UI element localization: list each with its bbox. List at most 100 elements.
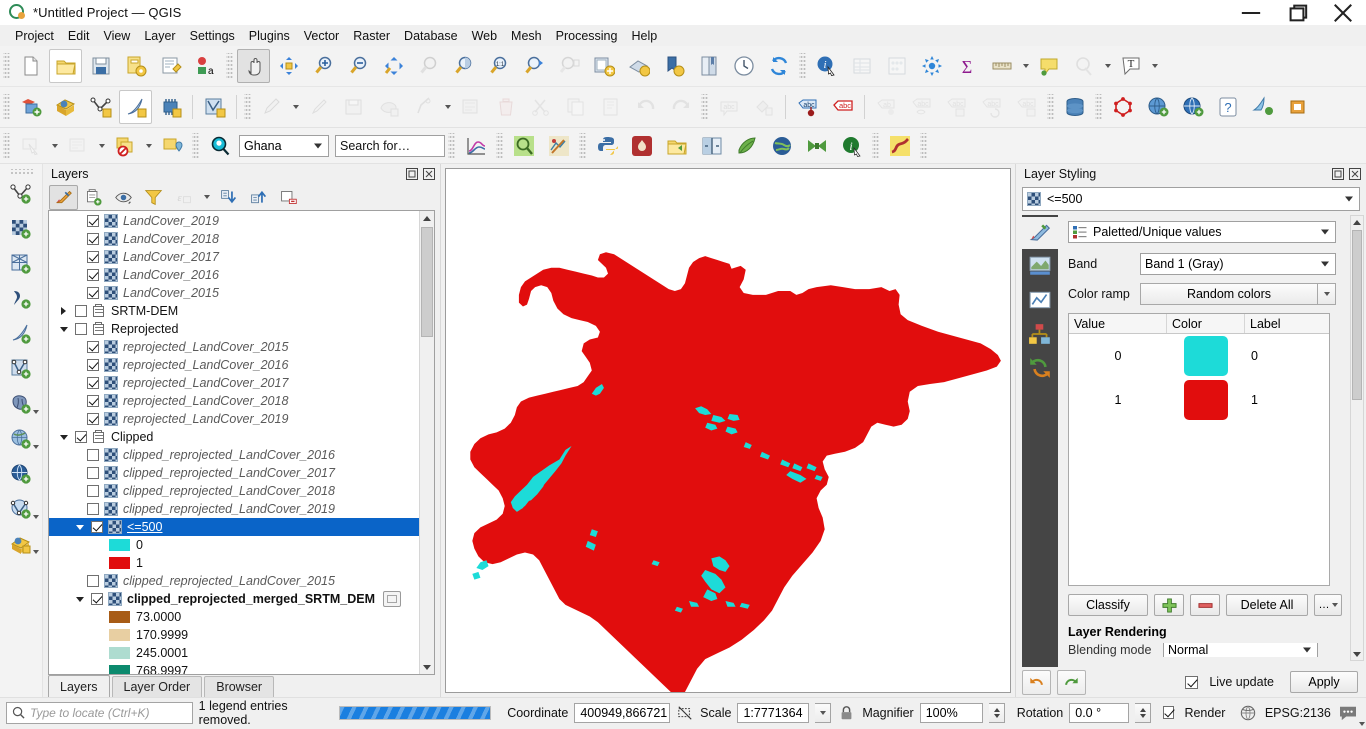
zoom-last-icon[interactable]	[517, 49, 550, 83]
layer-visibility-checkbox[interactable]	[87, 341, 99, 353]
menu-settings[interactable]: Settings	[183, 27, 242, 45]
select-features-caret-icon[interactable]	[48, 130, 60, 162]
list-item-selected-layer[interactable]: <=500	[49, 518, 420, 536]
toggle-editing-icon[interactable]	[302, 90, 335, 124]
search-input[interactable]: Search for…	[335, 134, 445, 157]
scroll-up-arrow-icon[interactable]	[420, 211, 434, 225]
list-item[interactable]: clipped_reprojected_LandCover_2017	[49, 464, 420, 482]
cell-label[interactable]: 1	[1245, 378, 1329, 422]
toolbar-grip[interactable]	[1047, 94, 1054, 120]
list-item[interactable]: LandCover_2017	[49, 248, 420, 266]
select-by-location-icon[interactable]	[155, 129, 188, 163]
toolbar-grip[interactable]	[226, 53, 233, 79]
add-vector-layer-icon[interactable]	[3, 176, 39, 211]
layer-visibility-checkbox[interactable]	[91, 593, 103, 605]
toolbar-grip[interactable]	[3, 94, 10, 120]
qgis2web-icon[interactable]	[1246, 90, 1279, 124]
filter-legend-icon[interactable]	[139, 185, 168, 210]
open-data-source-icon[interactable]	[660, 129, 693, 163]
statistical-summary-icon[interactable]: Σ	[950, 49, 983, 83]
layer-visibility-checkbox[interactable]	[87, 449, 99, 461]
float-panel-icon[interactable]	[405, 167, 419, 181]
cell-color[interactable]	[1167, 334, 1245, 378]
scale-dropdown[interactable]	[814, 702, 831, 723]
add-wcs-layer-icon[interactable]	[3, 491, 39, 526]
toolbar-grip[interactable]	[579, 132, 586, 159]
list-item[interactable]: reprojected_LandCover_2016	[49, 356, 420, 374]
annotation-dropdown-caret-icon[interactable]	[1148, 50, 1160, 82]
group-visibility-checkbox[interactable]	[75, 305, 87, 317]
new-spatialite-layer-icon[interactable]	[84, 90, 117, 124]
toolbar-grip[interactable]	[3, 53, 10, 79]
label-toolbar-icon[interactable]: abc	[712, 90, 745, 124]
add-arcgis-layer-icon[interactable]	[3, 526, 39, 561]
layer-visibility-checkbox[interactable]	[87, 251, 99, 263]
plugin-icon[interactable]	[1281, 90, 1314, 124]
new-3d-map-view-icon[interactable]	[622, 49, 655, 83]
minimize-button[interactable]	[1228, 0, 1274, 25]
expand-collapse-toggle[interactable]	[57, 434, 70, 440]
menu-project[interactable]: Project	[8, 27, 61, 45]
deselect-features-icon[interactable]	[108, 129, 141, 163]
remove-entry-button[interactable]	[1190, 594, 1220, 616]
apply-button[interactable]: Apply	[1290, 671, 1358, 693]
toolbar-grip[interactable]	[701, 94, 708, 120]
bowtie-icon[interactable]	[800, 129, 833, 163]
measure-line-icon[interactable]	[985, 49, 1018, 83]
save-project-icon[interactable]	[84, 49, 117, 83]
toolbar-grip[interactable]	[872, 132, 879, 159]
temporal-controller-icon[interactable]	[727, 49, 760, 83]
open-layer-styling-icon[interactable]	[49, 184, 78, 210]
move-label-icon[interactable]: ab	[870, 90, 903, 124]
text-annotation-icon[interactable]: T	[1114, 49, 1147, 83]
zoom-to-selection-icon[interactable]	[412, 49, 445, 83]
identify-features-icon[interactable]: i	[810, 49, 843, 83]
color-ramp-button[interactable]: Random colors	[1140, 283, 1318, 305]
zoom-next-icon[interactable]	[552, 49, 585, 83]
select-by-value-icon[interactable]	[61, 129, 94, 163]
open-project-icon[interactable]	[49, 49, 82, 83]
show-bookmarks-icon[interactable]	[692, 49, 725, 83]
swipe-tool-icon[interactable]	[695, 129, 728, 163]
show-spatial-bookmarks-icon[interactable]	[1067, 49, 1100, 83]
modify-attributes-icon[interactable]	[407, 90, 440, 124]
menu-web[interactable]: Web	[465, 27, 504, 45]
new-geopackage-layer-icon[interactable]	[49, 90, 82, 124]
list-item[interactable]: LandCover_2016	[49, 266, 420, 284]
processing-toolbox-icon[interactable]	[915, 49, 948, 83]
menu-view[interactable]: View	[96, 27, 137, 45]
tab-histogram[interactable]	[1023, 283, 1057, 317]
toolbar-grip[interactable]	[448, 132, 455, 159]
cell-value[interactable]: 1	[1069, 378, 1167, 422]
map-canvas[interactable]	[445, 168, 1011, 693]
country-filter-select[interactable]: Ghana	[239, 134, 329, 157]
new-map-view-icon[interactable]	[587, 49, 620, 83]
list-item[interactable]: reprojected_LandCover_2017	[49, 374, 420, 392]
zoom-full-icon[interactable]	[377, 49, 410, 83]
close-panel-icon[interactable]	[422, 167, 436, 181]
list-item[interactable]: clipped_reprojected_LandCover_2016	[49, 446, 420, 464]
pan-to-selection-icon[interactable]	[272, 49, 305, 83]
map-composer-icon[interactable]	[542, 129, 575, 163]
rotation-input[interactable]: 0.0 °	[1069, 702, 1130, 723]
remove-layer-icon[interactable]	[274, 185, 303, 210]
list-item[interactable]: SRTM-DEM	[49, 302, 420, 320]
new-memory-layer-icon[interactable]	[154, 90, 187, 124]
classify-button[interactable]: Classify	[1068, 594, 1148, 616]
menu-processing[interactable]: Processing	[549, 27, 625, 45]
deselect-caret-icon[interactable]	[142, 130, 154, 162]
tab-layers[interactable]: Layers	[48, 675, 110, 697]
lock-scale-icon[interactable]	[837, 705, 857, 721]
expand-collapse-toggle[interactable]	[73, 524, 86, 530]
renderer-type-combo[interactable]: Paletted/Unique values	[1068, 221, 1336, 243]
copy-features-icon[interactable]	[559, 90, 592, 124]
style-manager-icon[interactable]: a	[189, 49, 222, 83]
rotation-stepper[interactable]	[1135, 702, 1151, 723]
bookmarks-dropdown-caret-icon[interactable]	[1101, 50, 1113, 82]
tab-rendering[interactable]	[1023, 317, 1057, 351]
layer-visibility-checkbox[interactable]	[87, 575, 99, 587]
cell-label[interactable]: 0	[1245, 334, 1329, 378]
refresh-icon[interactable]	[762, 49, 795, 83]
open-attribute-table-icon[interactable]	[845, 49, 878, 83]
messages-icon[interactable]	[1337, 705, 1360, 721]
